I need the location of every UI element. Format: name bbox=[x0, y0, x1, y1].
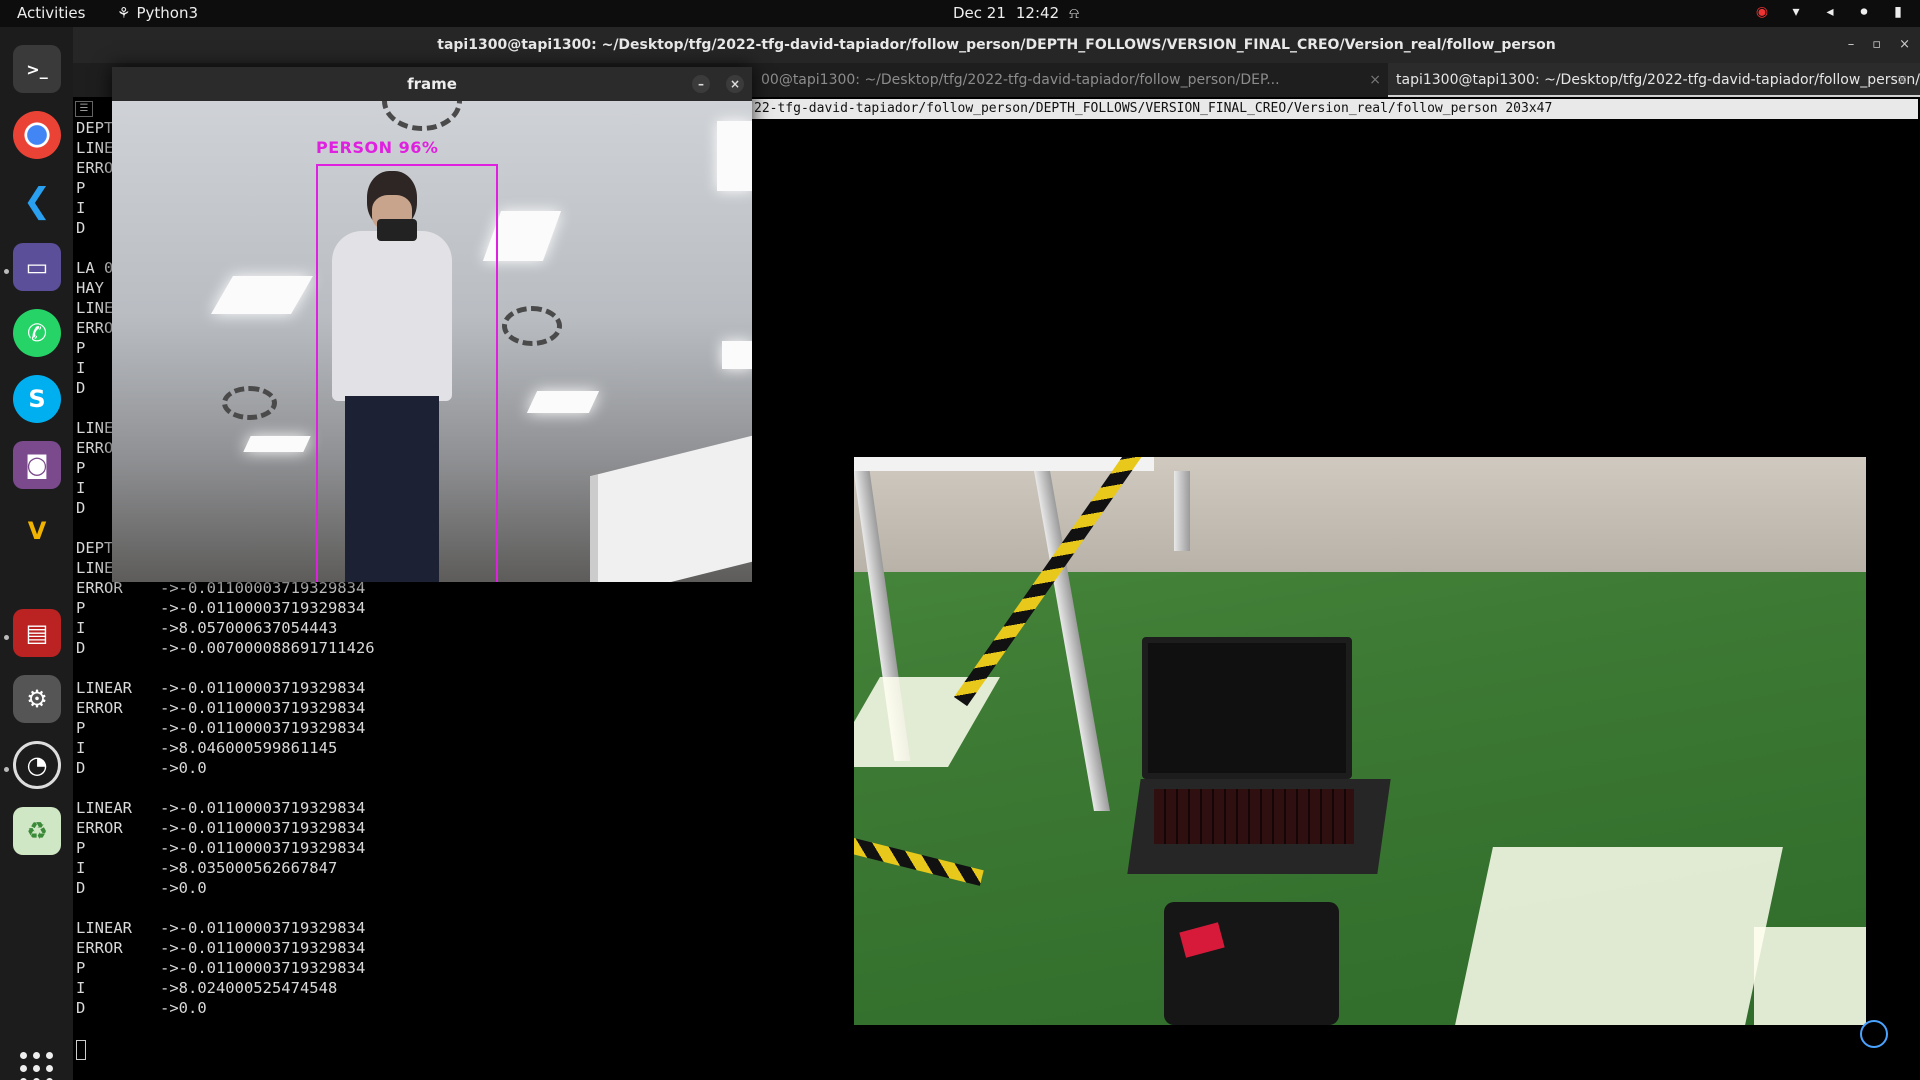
settings-icon[interactable]: ⚙ bbox=[13, 675, 61, 723]
tab-active[interactable]: tapi1300@tapi1300: ~/Desktop/tfg/2022-tf… bbox=[1388, 63, 1920, 97]
terminal-line: ERROR ->-0.01100003719329834 bbox=[76, 699, 366, 717]
wifi-icon: ▾ bbox=[1792, 4, 1800, 20]
terminal-line: ERROR ->-0.01100003719329834 bbox=[76, 939, 366, 957]
skype-icon[interactable]: S bbox=[13, 375, 61, 423]
camera-frame: PERSON 96% bbox=[112, 101, 752, 582]
terminal-line: I ->8.035000562667847 bbox=[76, 859, 338, 877]
tab-label: 00@tapi1300: ~/Desktop/tfg/2022-tfg-davi… bbox=[761, 72, 1280, 88]
vscode-icon[interactable]: ❮ bbox=[13, 177, 61, 225]
frame-title: frame bbox=[407, 75, 457, 93]
close-icon[interactable]: × bbox=[1899, 27, 1910, 63]
running-indicator bbox=[4, 269, 9, 274]
files-icon[interactable]: ▭ bbox=[13, 243, 61, 291]
ceiling-vent bbox=[382, 101, 462, 131]
running-indicator bbox=[4, 767, 9, 772]
frame-titlebar[interactable]: frame – × bbox=[112, 67, 752, 101]
whatsapp-icon[interactable]: ✆ bbox=[13, 309, 61, 357]
clock-time: 12:42 bbox=[1015, 4, 1060, 22]
app-menu-icon: ⚘ bbox=[117, 4, 131, 22]
clock[interactable]: Dec 21 12:42 ⍾ bbox=[953, 4, 1079, 22]
chrome-icon[interactable] bbox=[13, 111, 61, 159]
room-camera-overlay bbox=[854, 457, 1866, 1025]
ceiling-vent bbox=[502, 306, 562, 346]
terminal-line: P ->-0.01100003719329834 bbox=[76, 959, 366, 977]
presentation-icon[interactable]: ▤ bbox=[13, 609, 61, 657]
maximize-icon[interactable]: ▫ bbox=[1872, 27, 1881, 63]
app-menu[interactable]: ⚘ Python3 bbox=[117, 4, 198, 22]
sunlight-patch bbox=[1455, 847, 1783, 1025]
activities-button[interactable]: Activities bbox=[17, 4, 85, 22]
riscv-icon[interactable]: V bbox=[13, 507, 61, 555]
frame-minimize-icon[interactable]: – bbox=[692, 75, 710, 93]
app-menu-label: Python3 bbox=[136, 4, 198, 22]
system-tray[interactable]: ◉ ▾ ◂ ⏺ ▮ bbox=[1754, 4, 1906, 20]
minimize-icon[interactable]: – bbox=[1848, 27, 1855, 63]
ceiling-light bbox=[717, 121, 752, 191]
frame-window[interactable]: frame – × PERSON 96% bbox=[112, 67, 752, 582]
obs-icon[interactable]: ◔ bbox=[13, 741, 61, 789]
ceiling-light bbox=[243, 436, 311, 452]
ceiling-light bbox=[722, 341, 752, 369]
terminal-line: ERROR ->-0.01100003719329834 bbox=[76, 819, 366, 837]
terminal-line: I ->8.024000525474548 bbox=[76, 979, 338, 997]
terminal-title: tapi1300@tapi1300: ~/Desktop/tfg/2022-tf… bbox=[437, 37, 1556, 53]
terminal-line: LINEAR ->-0.01100003719329834 bbox=[76, 919, 366, 937]
terminal-size-bar: 22-tfg-david-tapiador/follow_person/DEPT… bbox=[752, 99, 1918, 119]
terminal-titlebar[interactable]: tapi1300@tapi1300: ~/Desktop/tfg/2022-tf… bbox=[73, 27, 1920, 63]
watermark-logo-icon bbox=[1860, 1020, 1888, 1048]
terminal-line: D ->-0.007000088691711426 bbox=[76, 639, 375, 657]
trash-icon[interactable]: ♻ bbox=[13, 807, 61, 855]
ceiling-light bbox=[211, 276, 313, 314]
microphone-icon: ⏺ bbox=[1860, 4, 1868, 20]
volume-icon: ◂ bbox=[1826, 4, 1834, 20]
table-leg bbox=[1174, 471, 1190, 551]
wall bbox=[854, 457, 1866, 572]
terminal-cursor bbox=[76, 1040, 86, 1060]
floor-tape bbox=[854, 834, 984, 886]
ceiling-light bbox=[526, 391, 600, 413]
tab-label: tapi1300@tapi1300: ~/Desktop/tfg/2022-tf… bbox=[1396, 72, 1920, 88]
sunlight-patch bbox=[1754, 927, 1866, 1025]
terminal-line: D ->0.0 bbox=[76, 879, 207, 897]
terminal-line: P ->-0.01100003719329834 bbox=[76, 839, 366, 857]
screenshot-icon[interactable]: ◙ bbox=[13, 441, 61, 489]
running-indicator bbox=[4, 635, 9, 640]
table-top bbox=[854, 457, 1154, 471]
top-bar: Activities ⚘ Python3 Dec 21 12:42 ⍾ ◉ ▾ … bbox=[0, 0, 1920, 27]
record-icon: ◉ bbox=[1755, 4, 1769, 20]
detection-label: PERSON 96% bbox=[316, 138, 439, 157]
tab-inactive[interactable]: 00@tapi1300: ~/Desktop/tfg/2022-tfg-davi… bbox=[753, 63, 1393, 97]
terminal-icon[interactable]: >_ bbox=[13, 45, 61, 93]
laptop-screen bbox=[1142, 637, 1352, 779]
tab-close-icon[interactable]: × bbox=[1369, 63, 1381, 97]
terminal-line: D ->0.0 bbox=[76, 999, 207, 1017]
scroll-indicator-icon: ☰ bbox=[75, 101, 93, 117]
robot-base bbox=[1164, 902, 1339, 1025]
detection-bounding-box bbox=[316, 164, 498, 582]
terminal-line: I ->8.046000599861145 bbox=[76, 739, 338, 757]
frame-close-icon[interactable]: × bbox=[726, 75, 744, 93]
terminal-line: LINEAR ->-0.01100003719329834 bbox=[76, 679, 366, 697]
terminal-line: P ->-0.01100003719329834 bbox=[76, 719, 366, 737]
terminal-line: LINEAR ->-0.01100003719329834 bbox=[76, 799, 366, 817]
ceiling-vent bbox=[222, 386, 277, 420]
tab-close-icon[interactable]: × bbox=[1896, 63, 1908, 95]
terminal-line: P ->-0.01100003719329834 bbox=[76, 599, 366, 617]
show-applications-icon[interactable] bbox=[20, 1052, 54, 1080]
terminal-line: D ->0.0 bbox=[76, 759, 207, 777]
laptop-keyboard bbox=[1154, 789, 1354, 844]
projector-screen bbox=[590, 435, 752, 582]
terminal-line: I ->8.057000637054443 bbox=[76, 619, 338, 637]
battery-icon: ▮ bbox=[1894, 4, 1902, 20]
alarm-off-icon: ⍾ bbox=[1069, 4, 1080, 22]
clock-date: Dec 21 bbox=[953, 4, 1006, 22]
dock: >_ ❮ ▭ ✆ S ◙ V ▤ ⚙ ◔ ♻ bbox=[0, 27, 73, 1080]
